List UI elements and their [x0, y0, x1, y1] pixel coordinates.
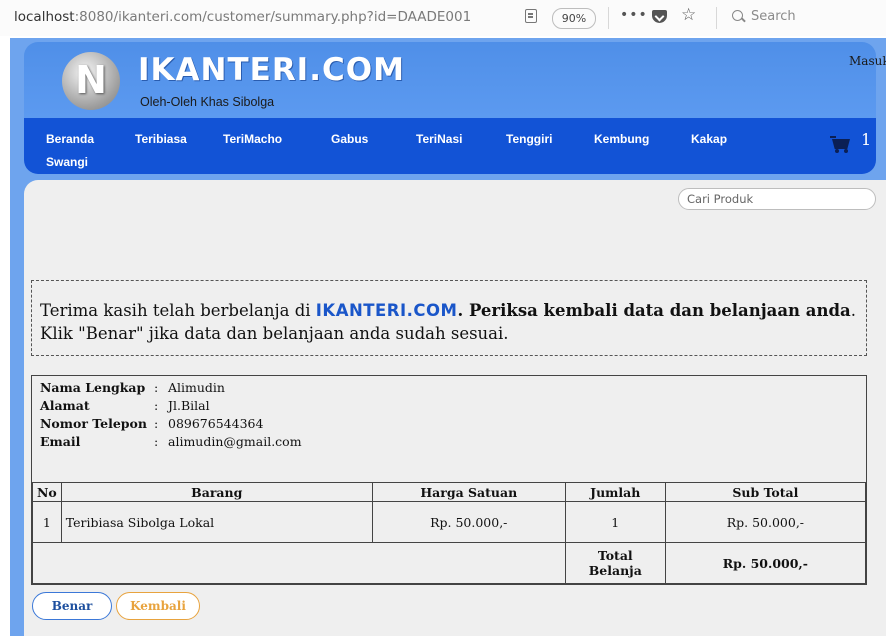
confirm-button[interactable]: Benar — [32, 592, 112, 620]
back-button[interactable]: Kembali — [116, 592, 200, 620]
nav-item-kembung[interactable]: Kembung — [594, 132, 649, 146]
field-label: Nama Lengkap — [40, 380, 146, 395]
field-value: alimudin@gmail.com — [168, 434, 302, 449]
cart-wheel — [844, 149, 848, 153]
field-label: Nomor Telepon — [40, 416, 147, 431]
zoom-level-badge[interactable]: 90% — [552, 8, 596, 29]
notice-text: Terima kasih telah berbelanja di IKANTER… — [40, 299, 860, 345]
site-header: N IKANTERI.COM Oleh-Oleh Khas Sibolga Ma… — [24, 42, 886, 118]
field-value: Alimudin — [168, 380, 225, 395]
cell-subtotal: Rp. 50.000,- — [664, 501, 867, 543]
cart-handle — [830, 136, 836, 138]
cart-icon[interactable] — [830, 135, 854, 153]
url-path: :8080/ikanteri.com/customer/summary.php?… — [74, 9, 472, 25]
total-spacer — [32, 542, 566, 584]
table-row: 1 Teribiasa Sibolga Lokal Rp. 50.000,- 1… — [32, 501, 867, 543]
site-tagline: Oleh-Oleh Khas Sibolga — [140, 95, 275, 109]
nav-item-terinasi[interactable]: TeriNasi — [416, 132, 462, 146]
order-summary-box: Nama Lengkap: Alimudin Alamat: Jl.Bilal No… — [31, 375, 867, 585]
logo-letter: N — [75, 58, 107, 102]
field-separator: : — [154, 398, 159, 413]
login-link[interactable]: Masuk — [849, 54, 886, 68]
notice-bold: . Periksa kembali data dan belanjaan and… — [457, 301, 851, 320]
page-background: N IKANTERI.COM Oleh-Oleh Khas Sibolga Ma… — [10, 38, 886, 636]
customer-field-address: Alamat: Jl.Bilal — [40, 398, 210, 413]
field-separator: : — [154, 380, 159, 395]
bookmark-star-icon[interactable]: ☆ — [681, 5, 696, 25]
cell-qty: 1 — [564, 501, 666, 543]
pocket-icon[interactable] — [652, 10, 667, 23]
nav-item-gabus[interactable]: Gabus — [331, 132, 368, 146]
page-actions-menu-icon[interactable]: ••• — [620, 7, 648, 23]
nav-item-tenggiri[interactable]: Tenggiri — [506, 132, 552, 146]
site-logo-icon[interactable]: N — [62, 52, 120, 110]
main-content: Cari Produk Terima kasih telah berbelanj… — [24, 180, 886, 636]
cart-basket — [832, 139, 850, 149]
browser-search-field[interactable]: Search — [732, 9, 796, 24]
browser-search-placeholder: Search — [751, 9, 796, 24]
customer-field-email: Email: alimudin@gmail.com — [40, 434, 302, 449]
field-label: Alamat — [40, 398, 90, 413]
field-separator: : — [154, 434, 159, 449]
notice-instruction: Klik "Benar" jika data dan belanjaan and… — [40, 324, 509, 343]
search-icon — [732, 10, 743, 21]
field-label: Email — [40, 434, 81, 449]
main-nav: Beranda Teribiasa TeriMacho Gabus TeriNa… — [24, 118, 876, 174]
field-separator: : — [154, 416, 159, 431]
field-value: Jl.Bilal — [168, 398, 210, 413]
nav-item-teribiasa[interactable]: Teribiasa — [135, 132, 187, 146]
notice-prefix: Terima kasih telah berbelanja di — [40, 301, 316, 320]
total-value: Rp. 50.000,- — [664, 542, 867, 584]
column-header-item: Barang — [60, 482, 373, 502]
nav-item-kakap[interactable]: Kakap — [691, 132, 727, 146]
product-search-input[interactable]: Cari Produk — [678, 188, 876, 210]
customer-field-name: Nama Lengkap: Alimudin — [40, 380, 225, 395]
customer-field-phone: Nomor Telepon:089676544364 — [40, 416, 263, 431]
column-header-price: Harga Satuan — [371, 482, 566, 502]
nav-item-terimacho[interactable]: TeriMacho — [223, 132, 282, 146]
cell-item: Teribiasa Sibolga Lokal — [60, 501, 373, 543]
total-label: Total Belanja — [564, 542, 666, 584]
browser-toolbar: localhost:8080/ikanteri.com/customer/sum… — [0, 0, 886, 36]
table-header-row: No Barang Harga Satuan Jumlah Sub Total — [32, 482, 867, 502]
address-bar[interactable]: localhost:8080/ikanteri.com/customer/sum… — [14, 9, 471, 25]
notice-suffix: . — [850, 301, 856, 320]
total-row: Total Belanja Rp. 50.000,- — [32, 542, 867, 584]
thank-you-notice: Terima kasih telah berbelanja di IKANTER… — [31, 280, 867, 356]
cart-wheel — [835, 149, 839, 153]
reader-view-icon[interactable] — [525, 9, 537, 23]
toolbar-divider — [608, 7, 609, 29]
site-brand[interactable]: IKANTERI.COM — [138, 52, 405, 88]
cell-price: Rp. 50.000,- — [371, 501, 566, 543]
url-host: localhost — [14, 9, 75, 25]
nav-item-beranda[interactable]: Beranda — [46, 132, 94, 146]
cart-count[interactable]: 1 — [861, 130, 871, 149]
toolbar-divider — [716, 7, 717, 29]
field-value: 089676544364 — [168, 416, 264, 431]
column-header-qty: Jumlah — [564, 482, 666, 502]
column-header-no: No — [32, 482, 62, 502]
nav-item-swangi[interactable]: Swangi — [46, 155, 88, 169]
column-header-subtotal: Sub Total — [664, 482, 867, 502]
order-items-table: No Barang Harga Satuan Jumlah Sub Total … — [32, 482, 867, 584]
notice-brand: IKANTERI.COM — [315, 301, 458, 320]
cell-no: 1 — [32, 501, 62, 543]
